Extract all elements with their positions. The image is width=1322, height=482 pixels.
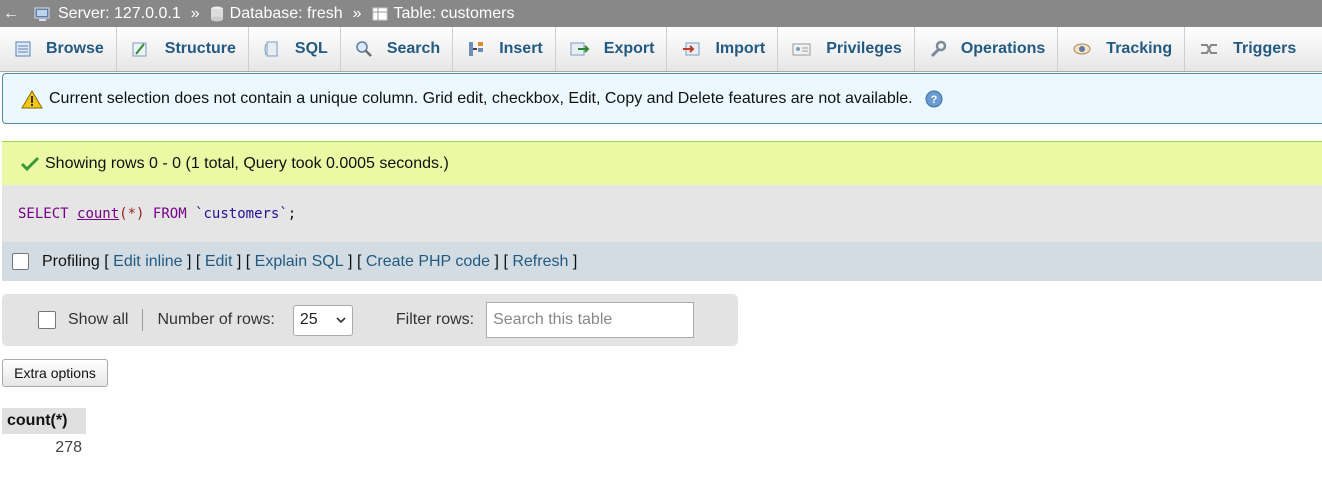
table-cell: 278	[55, 439, 82, 456]
tab-search-label: Search	[386, 40, 441, 57]
tab-sql-label: SQL	[294, 40, 328, 57]
bracket: [	[195, 252, 201, 270]
bracket: [	[104, 252, 109, 270]
structure-icon	[131, 40, 151, 58]
server-icon	[34, 6, 52, 22]
breadcrumb-separator: »	[190, 4, 200, 22]
tab-insert[interactable]: Insert	[453, 27, 556, 71]
insert-icon	[467, 40, 485, 58]
import-icon	[681, 40, 701, 58]
divider	[142, 309, 144, 331]
tab-browse[interactable]: Browse	[0, 27, 117, 71]
breadcrumb-table[interactable]: Table: customers	[372, 4, 515, 23]
bracket: ]	[348, 252, 353, 270]
tab-structure[interactable]: Structure	[117, 27, 249, 71]
extra-options-button[interactable]: Extra options	[2, 359, 108, 387]
edit-inline-link[interactable]: Edit inline	[113, 253, 182, 271]
edit-link[interactable]: Edit	[205, 253, 233, 271]
breadcrumb-server[interactable]: Server: 127.0.0.1	[22, 5, 181, 23]
show-all-label: Show all	[68, 311, 129, 328]
table-tabs: Browse Structure SQL Search Insert Expor…	[0, 27, 1322, 72]
tab-insert-label: Insert	[499, 40, 543, 57]
tab-structure-label: Structure	[164, 40, 236, 57]
breadcrumb-server-label: Server: 127.0.0.1	[58, 4, 181, 22]
warning-icon	[21, 89, 43, 109]
sql-query: SELECT count(*) FROM `customers`;	[2, 185, 1322, 242]
chevron-down-icon	[336, 311, 346, 329]
bracket: [	[356, 252, 362, 270]
tab-triggers[interactable]: Triggers	[1185, 27, 1308, 71]
sql-icon	[263, 40, 281, 58]
tab-sql[interactable]: SQL	[249, 27, 341, 71]
bracket: ]	[187, 252, 192, 270]
tab-triggers-label: Triggers	[1233, 40, 1297, 57]
tab-tracking[interactable]: Tracking	[1058, 27, 1186, 71]
bracket: ]	[572, 252, 578, 270]
explain-sql-link[interactable]: Explain SQL	[255, 253, 344, 271]
tab-import-label: Import	[715, 40, 766, 57]
sql-paren-open: (	[119, 205, 128, 222]
sql-star: *	[127, 205, 137, 222]
tab-privileges[interactable]: Privileges	[778, 27, 915, 71]
tab-tracking-label: Tracking	[1106, 40, 1173, 57]
number-of-rows-label: Number of rows:	[157, 311, 275, 328]
table-icon	[372, 6, 388, 22]
breadcrumb-separator: »	[352, 4, 362, 22]
success-text: Showing rows 0 - 0 (1 total, Query took …	[45, 154, 449, 172]
export-icon	[570, 40, 590, 58]
sql-paren-close: )	[136, 205, 145, 222]
breadcrumb: ← Server: 127.0.0.1 » Database: fresh » …	[0, 0, 1322, 27]
tab-operations-label: Operations	[960, 40, 1046, 57]
breadcrumb-database[interactable]: Database: fresh	[210, 5, 343, 23]
sql-keyword-from: FROM	[152, 205, 187, 222]
database-icon	[210, 6, 224, 22]
sql-keyword-select: SELECT	[18, 205, 69, 222]
sql-terminator: ;	[287, 205, 297, 222]
tab-browse-label: Browse	[46, 40, 104, 57]
filter-rows-input[interactable]: Search this table	[486, 302, 695, 338]
back-arrow-icon[interactable]: ←	[0, 5, 22, 23]
bracket: ]	[494, 252, 499, 270]
notice-text: Current selection does not contain a uni…	[49, 89, 913, 107]
breadcrumb-database-label: Database: fresh	[229, 4, 343, 22]
tab-export-label: Export	[603, 40, 655, 57]
triggers-icon	[1199, 40, 1219, 58]
column-header-count[interactable]: count(*)	[2, 408, 86, 434]
navigation-panel: Show all Number of rows: 25 Filter rows:…	[2, 294, 738, 346]
result-table: count(*) 278	[2, 408, 86, 462]
success-message: Showing rows 0 - 0 (1 total, Query took …	[2, 141, 1322, 185]
show-all-checkbox[interactable]	[38, 311, 56, 329]
filter-rows-label: Filter rows:	[395, 311, 475, 328]
query-toolbar: Profiling [ Edit inline ] [ Edit ] [ Exp…	[2, 242, 1322, 281]
profiling-checkbox[interactable]	[12, 253, 29, 270]
create-php-code-link[interactable]: Create PHP code	[366, 253, 490, 271]
eye-icon	[1072, 40, 1092, 58]
filter-rows-placeholder: Search this table	[493, 311, 613, 328]
bracket: [	[503, 252, 508, 270]
refresh-link[interactable]: Refresh	[512, 253, 568, 271]
notice-message: Current selection does not contain a uni…	[2, 73, 1322, 124]
tab-import[interactable]: Import	[667, 27, 779, 71]
tab-export[interactable]: Export	[556, 27, 668, 71]
tab-privileges-label: Privileges	[826, 40, 902, 57]
tab-operations[interactable]: Operations	[915, 27, 1059, 71]
browse-icon	[14, 40, 32, 58]
sql-function-count[interactable]: count	[77, 206, 119, 222]
number-of-rows-select[interactable]: 25	[292, 304, 353, 336]
search-icon	[355, 40, 373, 58]
profiling-label: Profiling	[42, 252, 100, 270]
wrench-icon	[929, 40, 947, 58]
privileges-icon	[792, 40, 812, 58]
svg-text:?: ?	[930, 94, 937, 106]
help-icon[interactable]: ?	[925, 90, 943, 108]
breadcrumb-table-label: Table: customers	[393, 4, 515, 22]
tab-search[interactable]: Search	[341, 27, 454, 71]
bracket: ]	[236, 252, 242, 270]
sql-table-name: `customers`	[195, 205, 288, 222]
number-of-rows-value: 25	[299, 311, 318, 328]
check-icon	[20, 156, 40, 172]
bracket: [	[245, 252, 251, 270]
